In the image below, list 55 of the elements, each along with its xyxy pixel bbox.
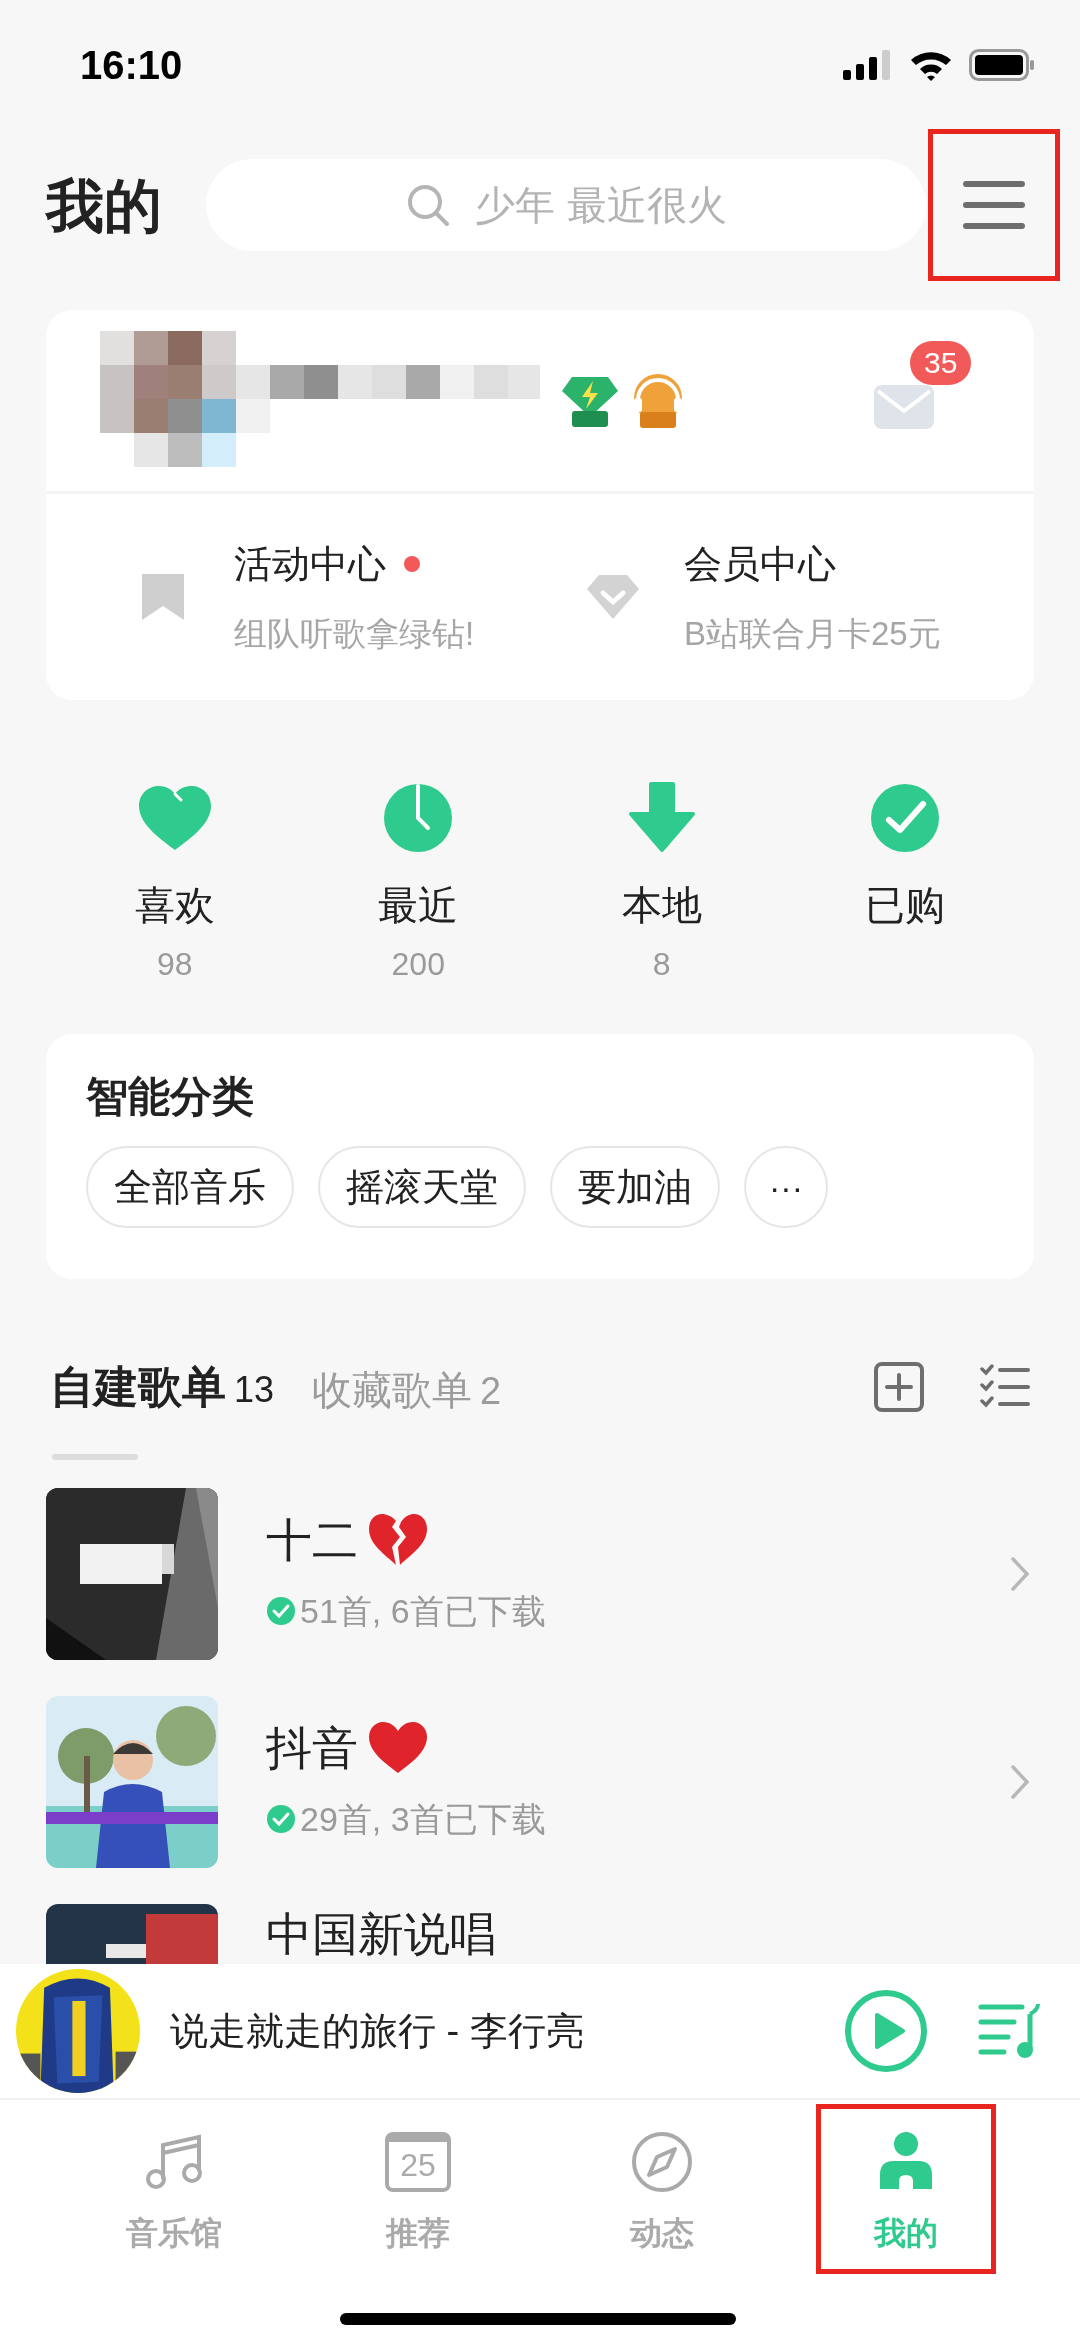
clock-icon [382, 782, 455, 854]
chevron-right-icon [1010, 1764, 1030, 1800]
shortcut-count: 200 [391, 945, 445, 984]
track-title: 说走就走的旅行 - 李行亮 [170, 2008, 584, 2054]
playlist-row[interactable]: 抖音 29首, 3首已下载 [0, 1696, 1080, 1868]
promo-title: 活动中心 [234, 541, 386, 587]
shortcut-label: 喜欢 [134, 882, 215, 929]
menu-icon [963, 180, 1025, 230]
promo-subtitle: B站联合月卡25元 [684, 613, 941, 654]
shortcut-count: 98 [156, 945, 193, 984]
checklist-icon[interactable] [980, 1364, 1030, 1410]
shortcut-label: 最近 [378, 882, 459, 929]
shortcut-button[interactable]: 已购 [783, 780, 1027, 990]
bookmark-icon [140, 572, 186, 622]
search-field[interactable]: 少年 最近很火 [206, 159, 926, 251]
playlist-info: 29首, 3首已下载 [300, 1798, 546, 1840]
playlist-title: 中国新说唱 [266, 1907, 496, 1962]
promo-entry[interactable]: 活动中心 组队听歌拿绿钻! [46, 494, 540, 700]
more-button[interactable]: ··· [744, 1146, 828, 1228]
promo-entry[interactable]: 会员中心 B站联合月卡25元 [540, 494, 1034, 700]
menu-button[interactable] [928, 129, 1060, 281]
shortcut-label: 已购 [865, 882, 946, 929]
playlist-title: 抖音 [266, 1720, 358, 1776]
playlist-title: 十二 [266, 1512, 358, 1568]
search-icon [406, 183, 450, 227]
chevron-right-icon [1010, 1556, 1030, 1592]
compass-icon [631, 2131, 693, 2193]
category-tag[interactable]: 全部音乐 [86, 1146, 294, 1228]
shortcut-button[interactable]: 本地 8 [540, 780, 784, 990]
calendar-icon: 25 [385, 2132, 451, 2192]
category-tag[interactable]: 摇滚天堂 [318, 1146, 526, 1228]
page-title: 我的 [46, 171, 163, 240]
add-square-icon[interactable] [874, 1362, 924, 1412]
heart-icon [136, 784, 213, 852]
shortcut-label: 本地 [621, 882, 702, 929]
promo-subtitle: 组队听歌拿绿钻! [234, 613, 475, 654]
signal-icon [843, 50, 893, 80]
promo-title: 会员中心 [684, 541, 836, 587]
heart-icon [368, 1720, 428, 1775]
playlist-tab[interactable]: 自建歌单 13 [50, 1354, 275, 1460]
clock-time: 16:10 [80, 42, 183, 89]
broken-heart-icon [368, 1512, 428, 1567]
playlist-info: 51首, 6首已下载 [300, 1590, 546, 1632]
section-title: 智能分类 [86, 1072, 255, 1122]
shortcut-button[interactable]: 最近 200 [296, 780, 540, 990]
shortcut-count: 8 [652, 945, 671, 984]
unread-count-badge: 35 [910, 340, 972, 385]
check-circle-icon [869, 782, 942, 854]
diamond-icon [585, 573, 641, 621]
shortcut-button[interactable]: 喜欢 98 [53, 780, 297, 990]
playlist-row[interactable]: 十二 51首, 6首已下载 [0, 1488, 1080, 1660]
download-icon [626, 782, 697, 854]
wifi-icon [909, 49, 953, 81]
category-tag[interactable]: 要加油 [550, 1146, 720, 1228]
battery-icon [969, 49, 1035, 81]
